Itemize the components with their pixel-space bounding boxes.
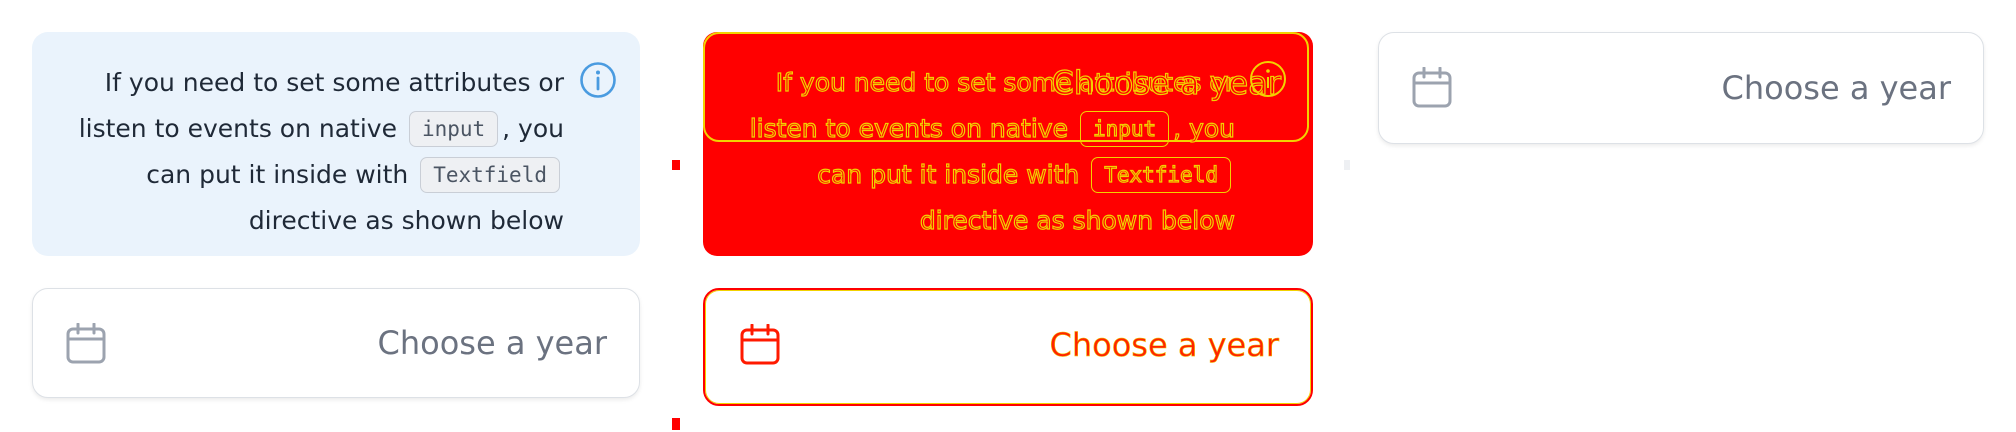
code-textfield: Textfield: [420, 157, 560, 193]
year-textfield[interactable]: Choose a year: [32, 288, 640, 398]
year-textfield-top[interactable]: Choose a year: [1378, 32, 1984, 144]
info-note: If you need to set some attributes or li…: [32, 32, 640, 256]
year-placeholder: Choose a year: [377, 324, 607, 362]
diff-code-textfield: Textfield: [1091, 157, 1231, 193]
note-text-after: directive as shown below: [248, 206, 564, 235]
calendar-icon: [740, 324, 780, 365]
info-icon: [1250, 61, 1286, 97]
diff-text-after: directive as shown below: [919, 205, 1235, 235]
diff-speck: [672, 418, 680, 430]
diff-code-input: input: [1079, 111, 1170, 147]
calendar-icon: [1412, 67, 1452, 108]
code-input: input: [408, 111, 499, 147]
diff-year-textfield: Choose a year: [703, 288, 1313, 406]
calendar-icon: [66, 323, 106, 364]
diff-year-placeholder: Choose a year: [1049, 326, 1279, 365]
year-placeholder: Choose a year: [1721, 69, 1951, 107]
comparison-canvas: If you need to set some attributes or li…: [0, 0, 2016, 432]
diff-speck: [1344, 160, 1350, 170]
diff-speck: [672, 160, 680, 170]
diff-note-overlay: If you need to set some attributes or li…: [703, 32, 1313, 256]
info-icon: [580, 62, 616, 98]
